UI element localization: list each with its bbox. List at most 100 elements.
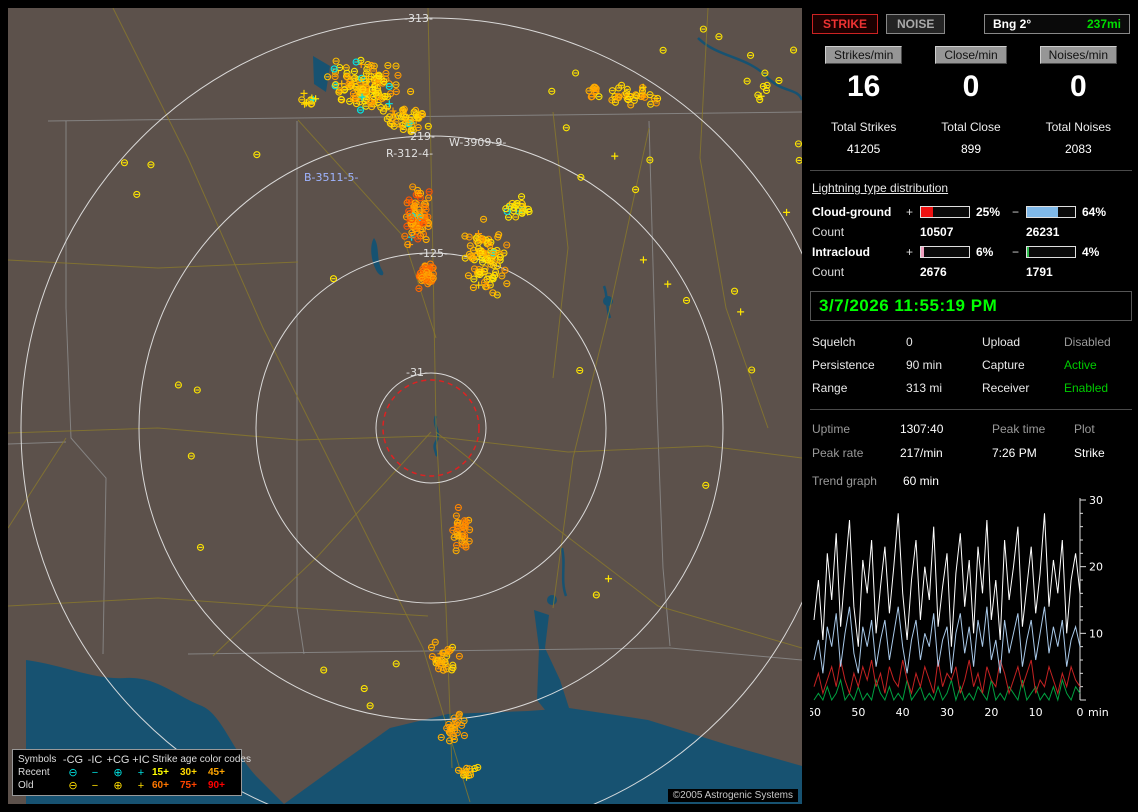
peak-time-value: 7:26 PM [992, 446, 1037, 460]
trend-y-tick-label: 30 [1089, 494, 1103, 507]
ic-pos-recent-icon: + [137, 766, 145, 779]
trend-y-tick-label: 10 [1089, 627, 1103, 640]
cloud-ground-label: Cloud-ground [812, 205, 892, 219]
legend-recent-label: Recent [18, 767, 50, 778]
totals-row: Total Strikes 41205 Total Close 899 Tota… [810, 120, 1132, 156]
distribution-section: Lightning type distribution Cloud-ground… [810, 181, 1132, 279]
info-section: Uptime 1307:40 Peak time Plot Peak rate … [812, 422, 1130, 460]
status-section: Squelch 0 Upload Disabled Persistence 90… [812, 335, 1130, 395]
upload-label: Upload [982, 335, 1021, 349]
persistence-value: 90 min [906, 358, 943, 372]
legend-col-ic-neg: -IC [87, 753, 103, 766]
range-label: Range [812, 381, 848, 395]
cg-neg-pct: 64% [1082, 205, 1107, 219]
ring-distance-label: -313- [404, 12, 433, 25]
rate-buttons-row: Strikes/min 16 Close/min 0 Noises/min 0 [810, 46, 1132, 104]
plus-sign: + [906, 245, 914, 259]
total-noises-value: 2083 [1064, 142, 1092, 156]
capture-label: Capture [982, 358, 1025, 372]
squelch-label: Squelch [812, 335, 856, 349]
ic-neg-count: 1791 [1026, 265, 1053, 279]
minus-sign: − [1012, 245, 1020, 259]
count-label: Count [812, 225, 845, 239]
count-label: Count [812, 265, 845, 279]
cg-pos-pct: 25% [976, 205, 1001, 219]
cg-pos-bar-fill [921, 207, 933, 217]
trend-x-tick-label: 10 [1029, 706, 1043, 719]
intracloud-label: Intracloud [812, 245, 871, 259]
total-close-value: 899 [960, 142, 981, 156]
cg-pos-bar [920, 206, 970, 218]
plot-mode-value: Strike [1074, 446, 1105, 460]
range-setting-value: 313 mi [906, 381, 943, 395]
upload-status: Disabled [1064, 335, 1111, 349]
close-per-min-value: 0 [962, 70, 980, 103]
range-value: 237mi [1086, 17, 1121, 31]
strikes-per-min-button[interactable]: Strikes/min [824, 46, 903, 64]
trend-x-unit-label: min [1088, 706, 1109, 719]
receiver-status: Enabled [1064, 381, 1109, 395]
peak-rate-label: Peak rate [812, 446, 864, 460]
storm-tracker-label: B-3511-5- [304, 171, 358, 184]
cg-pos-old-icon: ⊕ [113, 780, 123, 792]
peak-rate-value: 217/min [900, 446, 943, 460]
uptime-label: Uptime [812, 422, 851, 436]
bearing-value: Bng 2° [993, 17, 1032, 31]
ic-pos-bar [920, 246, 970, 258]
divider [810, 409, 1132, 410]
ic-pos-bar-fill [921, 247, 924, 257]
total-close-label: Total Close [941, 120, 1001, 134]
ic-pos-old-icon: + [137, 779, 145, 792]
map-legend: Symbols -CG -IC +CG +IC Strike age color… [12, 749, 251, 796]
trend-x-tick-label: 0 [1077, 706, 1084, 719]
persistence-label: Persistence [812, 358, 875, 372]
cg-neg-count: 26231 [1026, 225, 1060, 239]
legend-col-cg-neg: -CG [62, 753, 84, 766]
trend-x-tick-label: 20 [984, 706, 998, 719]
trend-x-tick-label: 60 [810, 706, 821, 719]
receiver-label: Receiver [982, 381, 1030, 395]
age-30: 30+ [180, 767, 197, 778]
side-panel: STRIKE NOISE Bng 2° 237mi Strikes/min 16… [810, 8, 1132, 804]
trend-x-tick-label: 40 [896, 706, 910, 719]
ic-pos-count: 2676 [920, 265, 947, 279]
strike-mode-button[interactable]: STRIKE [812, 14, 879, 34]
cg-pos-recent-icon: ⊕ [113, 767, 123, 779]
strikes-per-min-value: 16 [846, 70, 881, 103]
noise-mode-button[interactable]: NOISE [886, 14, 946, 34]
legend-recent-row: Recent ⊖ − ⊕ + 15+ 30+ 45+ [18, 766, 236, 780]
storm-tracker-label: R-312-4- [386, 147, 433, 160]
total-strikes-value: 41205 [846, 142, 881, 156]
copyright: ©2005 Astrogenic Systems [667, 789, 798, 802]
ring-distance-label: -125- [419, 247, 448, 260]
mode-toolbar: STRIKE NOISE Bng 2° 237mi [812, 14, 1130, 34]
legend-symbols-header: Symbols [18, 754, 57, 765]
legend-old-label: Old [18, 780, 34, 791]
peak-time-label: Peak time [992, 422, 1046, 436]
minus-sign: − [1012, 205, 1020, 219]
capture-status: Active [1064, 358, 1097, 372]
bearing-range-box: Bng 2° 237mi [984, 14, 1130, 34]
lightning-map[interactable]: -313- -219- -125- -31- R-312-4- W-3909-9- B-35… [8, 8, 802, 804]
ic-neg-old-icon: − [91, 779, 99, 792]
ic-neg-bar-fill [1027, 247, 1029, 257]
noises-per-min-button[interactable]: Noises/min [1039, 46, 1117, 64]
ic-neg-pct: 4% [1082, 245, 1100, 259]
map-panel: -313- -219- -125- -31- R-312-4- W-3909-9- B-35… [8, 8, 802, 804]
cg-neg-bar [1026, 206, 1076, 218]
datetime-display: 3/7/2026 11:55:19 PM [810, 291, 1132, 321]
noises-per-min-value: 0 [1069, 70, 1087, 103]
legend-age-header: Strike age color codes [152, 754, 251, 765]
legend-col-ic-pos: +IC [132, 753, 150, 766]
ring-distance-label: -31- [406, 366, 428, 379]
storm-tracker-label: W-3909-9- [449, 136, 506, 149]
legend-old-row: Old ⊖ − ⊕ + 60+ 75+ 90+ [18, 779, 236, 793]
age-90: 90+ [208, 780, 225, 791]
close-per-min-button[interactable]: Close/min [935, 46, 1007, 64]
total-strikes-label: Total Strikes [830, 120, 897, 134]
age-75: 75+ [180, 780, 197, 791]
distribution-title: Lightning type distribution [812, 181, 949, 195]
age-15: 15+ [152, 767, 169, 778]
trend-graph-window: 60 min [902, 474, 939, 488]
age-45: 45+ [208, 767, 225, 778]
